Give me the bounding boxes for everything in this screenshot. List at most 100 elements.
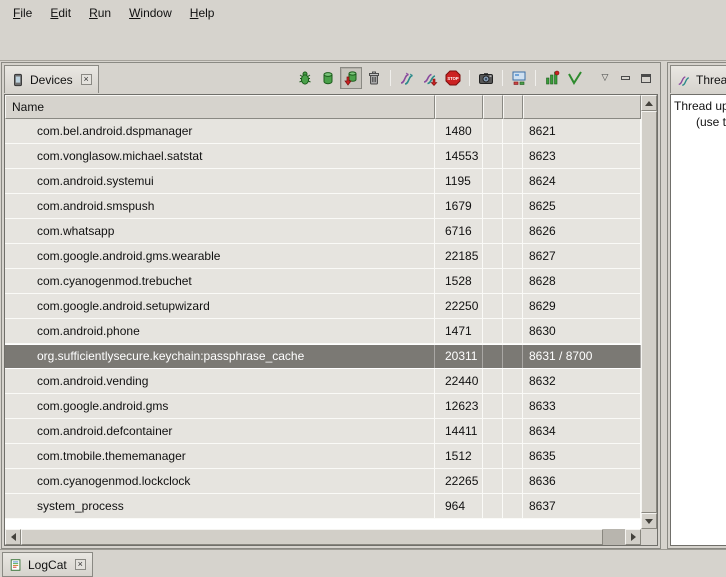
process-row[interactable]: org.sufficientlysecure.keychain:passphra…	[5, 344, 641, 369]
process-name-cell: com.vonglasow.michael.satstat	[5, 144, 435, 168]
process-pid-cell: 14553	[435, 144, 483, 168]
menu-file[interactable]: File	[4, 2, 41, 24]
process-row[interactable]: com.cyanogenmod.trebuchet1528 8628	[5, 269, 641, 294]
process-row[interactable]: com.android.defcontainer144118634	[5, 419, 641, 444]
menu-window[interactable]: Window	[120, 2, 181, 24]
toolbar-separator	[390, 70, 391, 86]
device-icon	[11, 73, 25, 87]
maximize-glyph	[641, 74, 651, 83]
process-c4-cell	[503, 494, 523, 518]
dump-thread-stacks-icon[interactable]	[419, 67, 441, 89]
scroll-down-button[interactable]	[641, 513, 657, 529]
maximize-icon[interactable]	[637, 67, 655, 89]
column-header-pid[interactable]	[435, 95, 483, 119]
tab-logcat-close-icon[interactable]: ×	[75, 559, 86, 570]
menu-help[interactable]: Help	[181, 2, 224, 24]
toolbar-separator	[502, 70, 503, 86]
devices-view: Devices ×	[1, 62, 661, 549]
toolbar-separator	[469, 70, 470, 86]
process-c3-cell	[483, 294, 503, 318]
devices-view-header: Devices ×	[2, 63, 660, 93]
process-table: Name com.bel.android.dspmanager14808621c…	[4, 94, 658, 546]
process-name-cell: com.bel.android.dspmanager	[5, 119, 435, 143]
process-row[interactable]: com.android.smspush16798625	[5, 194, 641, 219]
scroll-left-button[interactable]	[5, 529, 21, 545]
arrow-down-icon	[645, 519, 653, 524]
tab-threads[interactable]: Threads ×	[670, 65, 726, 93]
process-port-cell: 8633	[523, 394, 641, 418]
process-row[interactable]: com.tmobile.thememanager15128635	[5, 444, 641, 469]
process-c4-cell	[503, 244, 523, 268]
process-row[interactable]: com.vonglasow.michael.satstat145538623	[5, 144, 641, 169]
process-pid-cell: 1471	[435, 319, 483, 343]
process-pid-cell: 1512	[435, 444, 483, 468]
menu-run-label-rest: un	[98, 6, 111, 20]
process-pid-cell: 6716	[435, 219, 483, 243]
process-row[interactable]: com.android.phone14718630	[5, 319, 641, 344]
process-name-cell: com.android.vending	[5, 369, 435, 393]
dump-hprof-icon[interactable]	[340, 67, 362, 89]
threads-message-line1: Thread updates not enabled for selected …	[674, 98, 726, 114]
process-c4-cell	[503, 194, 523, 218]
process-port-cell: 8625	[523, 194, 641, 218]
process-name-cell: system_process	[5, 494, 435, 518]
menu-edit[interactable]: Edit	[41, 2, 80, 24]
cause-gc-icon[interactable]	[363, 67, 385, 89]
update-heap-icon[interactable]	[317, 67, 339, 89]
process-c3-cell	[483, 244, 503, 268]
update-threads-icon[interactable]	[396, 67, 418, 89]
menu-bar: File Edit Run Window Help	[0, 0, 726, 26]
menu-run[interactable]: Run	[80, 2, 120, 24]
column-header-4[interactable]	[503, 95, 523, 119]
tab-devices[interactable]: Devices ×	[4, 65, 99, 93]
process-row[interactable]: com.android.systemui11958624	[5, 169, 641, 194]
start-tracing-icon[interactable]	[564, 67, 586, 89]
process-row[interactable]: com.google.android.gms.wearable221858627	[5, 244, 641, 269]
process-port-cell: 8626	[523, 219, 641, 243]
menu-edit-label-rest: dit	[58, 6, 71, 20]
process-port-cell: 8628	[523, 269, 641, 293]
process-pid-cell: 1679	[435, 194, 483, 218]
process-row[interactable]: com.whatsapp67168626	[5, 219, 641, 244]
process-row[interactable]: com.google.android.gms126238633	[5, 394, 641, 419]
process-c3-cell	[483, 319, 503, 343]
dump-view-hierarchy-icon[interactable]	[508, 67, 530, 89]
process-row[interactable]: com.cyanogenmod.lockclock222658636	[5, 469, 641, 494]
threads-view: Threads × Thread updates not enabled for…	[667, 62, 726, 549]
arrow-right-icon	[631, 533, 636, 541]
debug-process-icon[interactable]	[294, 67, 316, 89]
tab-devices-close-icon[interactable]: ×	[81, 74, 92, 85]
main-toolbar	[0, 26, 726, 61]
ddms-window: { "colors": { "window-bg": "#d6d3cd", "h…	[0, 0, 726, 577]
process-pid-cell: 1480	[435, 119, 483, 143]
horizontal-scrollbar-thumb[interactable]	[21, 529, 603, 545]
toolbar-separator	[535, 70, 536, 86]
vertical-scrollbar-thumb[interactable]	[641, 111, 657, 513]
scroll-right-button[interactable]	[625, 529, 641, 545]
column-header-port[interactable]	[523, 95, 641, 119]
stop-process-icon[interactable]: STOP	[442, 67, 464, 89]
view-menu-icon[interactable]: ▽	[597, 67, 613, 89]
tab-threads-label: Threads	[695, 73, 726, 87]
start-method-profiling-icon[interactable]	[541, 67, 563, 89]
process-row[interactable]: system_process9648637	[5, 494, 641, 519]
process-name-cell: com.cyanogenmod.trebuchet	[5, 269, 435, 293]
process-port-cell: 8632	[523, 369, 641, 393]
process-row[interactable]: com.google.android.setupwizard222508629	[5, 294, 641, 319]
screen-capture-icon[interactable]	[475, 67, 497, 89]
process-pid-cell: 1528	[435, 269, 483, 293]
process-row[interactable]: com.bel.android.dspmanager14808621	[5, 119, 641, 144]
tab-logcat[interactable]: LogCat ×	[2, 552, 93, 577]
process-pid-cell: 964	[435, 494, 483, 518]
process-port-cell: 8634	[523, 419, 641, 443]
process-row[interactable]: com.android.vending224408632	[5, 369, 641, 394]
process-c3-cell	[483, 394, 503, 418]
minimize-icon[interactable]	[617, 67, 633, 89]
menu-file-label-rest: ile	[20, 6, 32, 20]
process-c3-cell	[483, 169, 503, 193]
scroll-up-button[interactable]	[641, 95, 657, 111]
process-c4-cell	[503, 294, 523, 318]
threads-message-line2: (use toolbar button to enable)	[674, 114, 726, 130]
column-header-3[interactable]	[483, 95, 503, 119]
column-header-name[interactable]: Name	[5, 95, 435, 119]
